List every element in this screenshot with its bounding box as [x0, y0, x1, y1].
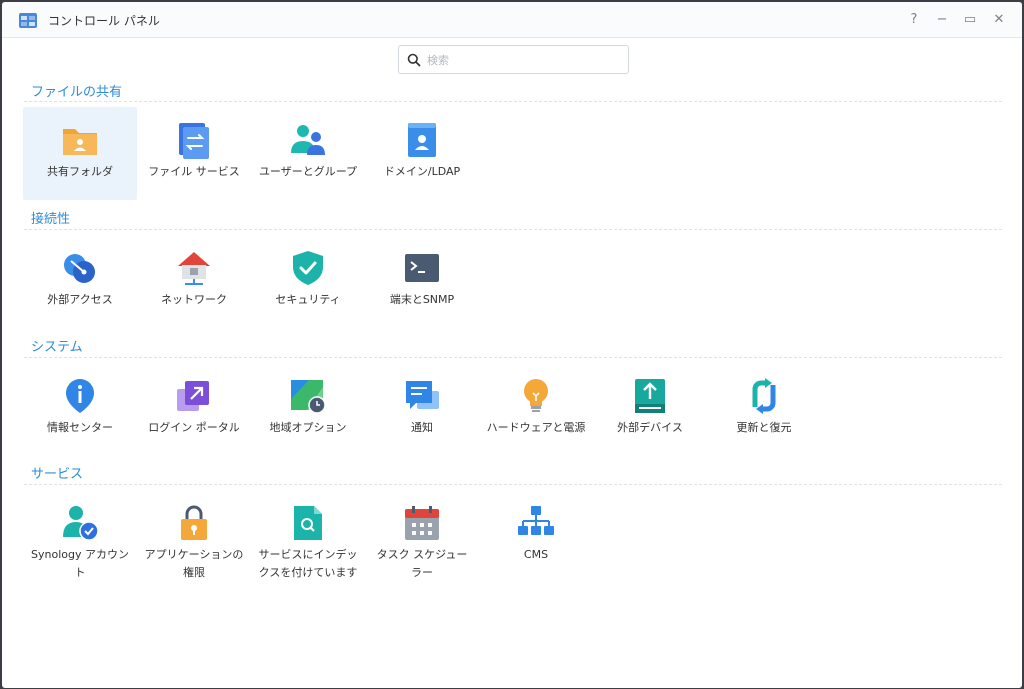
tile-label: 更新と復元	[736, 421, 792, 434]
synology-account-icon	[63, 506, 99, 541]
tile-label: 端末とSNMP	[389, 293, 455, 306]
tile-label: 外部デバイス	[617, 421, 683, 434]
tile-label: タスク スケジュー ラー	[376, 548, 468, 579]
section-title-connectivity: 接続性	[31, 212, 71, 227]
indexing-service-icon	[294, 506, 322, 540]
window-title: コントロール パネル	[48, 14, 160, 28]
tile-label: 通知	[411, 421, 433, 434]
tile-user-group[interactable]: ユーザーとグループ	[251, 107, 365, 200]
tile-label: ネットワーク	[161, 293, 227, 306]
domain-ldap-icon	[408, 123, 436, 157]
cms-icon	[518, 506, 554, 535]
title-bar[interactable]: コントロール パネル ? − ▭ ✕	[2, 2, 1022, 38]
user-group-icon	[291, 125, 325, 155]
tile-security[interactable]: セキュリティ	[251, 235, 365, 328]
tile-login-portal[interactable]: ログイン ポータル	[137, 363, 251, 456]
control-panel-app-icon	[19, 13, 37, 28]
login-portal-icon	[177, 381, 209, 411]
tile-label: 共有フォルダ	[47, 165, 113, 178]
hardware-power-icon	[524, 379, 548, 412]
regional-options-icon	[291, 380, 326, 414]
security-shield-icon	[293, 251, 323, 285]
tile-label: ハードウェアと電源	[486, 421, 586, 434]
tile-label: ユーザーとグループ	[258, 165, 358, 178]
tile-hardware-power[interactable]: ハードウェアと電源	[479, 363, 593, 456]
external-devices-icon	[635, 379, 665, 413]
application-privileges-icon	[181, 505, 207, 540]
section-title-services: サービス	[31, 467, 84, 482]
tile-label: 情報センター	[47, 421, 113, 434]
external-access-icon	[64, 254, 95, 283]
tile-regional-options[interactable]: 地域オプション	[251, 363, 365, 456]
section-divider	[24, 101, 1002, 102]
tile-shared-folder[interactable]: 共有フォルダ	[23, 107, 137, 200]
tile-label: サービスにインデッ クスを付けています	[258, 548, 358, 579]
tile-external-devices[interactable]: 外部デバイス	[593, 363, 707, 456]
search-input[interactable]	[427, 50, 622, 70]
tile-network[interactable]: ネットワーク	[137, 235, 251, 328]
tile-label: CMS	[523, 548, 549, 561]
tile-label: セキュリティ	[275, 293, 341, 306]
section-divider	[24, 484, 1002, 485]
tile-label: ドメイン/LDAP	[383, 165, 461, 178]
section-title-file-sharing: ファイルの共有	[31, 85, 123, 100]
network-icon	[178, 252, 210, 285]
maximize-button[interactable]: ▭	[960, 10, 980, 30]
search-box[interactable]	[398, 45, 629, 74]
tile-external-access[interactable]: 外部アクセス	[23, 235, 137, 328]
help-button[interactable]: ?	[904, 10, 924, 30]
shared-folder-icon	[63, 129, 97, 155]
tile-update-restore[interactable]: 更新と復元	[707, 363, 821, 456]
search-icon	[407, 53, 421, 67]
terminal-icon	[405, 254, 439, 282]
tile-indexing-service[interactable]: サービスにインデッ クスを付けています	[251, 490, 365, 583]
tile-label: ファイル サービス	[148, 165, 240, 178]
tile-terminal-snmp[interactable]: 端末とSNMP	[365, 235, 479, 328]
tile-label: Synology アカウン ト	[31, 548, 129, 579]
minimize-button[interactable]: −	[932, 10, 952, 30]
update-restore-icon	[752, 378, 776, 414]
tile-info-center[interactable]: 情報センター	[23, 363, 137, 456]
notification-icon	[406, 381, 439, 409]
close-button[interactable]: ✕	[989, 10, 1009, 30]
tile-application-privileges[interactable]: アプリケーションの 権限	[137, 490, 251, 583]
tile-cms[interactable]: CMS	[479, 490, 593, 583]
tile-label: 外部アクセス	[47, 293, 113, 306]
section-divider	[24, 229, 1002, 230]
tile-synology-account[interactable]: Synology アカウン ト	[23, 490, 137, 583]
file-services-icon	[179, 123, 209, 159]
tile-task-scheduler[interactable]: タスク スケジュー ラー	[365, 490, 479, 583]
tile-label: アプリケーションの 権限	[144, 548, 244, 579]
task-scheduler-icon	[405, 506, 439, 540]
section-divider	[24, 357, 1002, 358]
tile-label: ログイン ポータル	[148, 421, 240, 434]
section-title-system: システム	[31, 340, 83, 355]
tile-domain-ldap[interactable]: ドメイン/LDAP	[365, 107, 479, 200]
tile-notification[interactable]: 通知	[365, 363, 479, 456]
tile-file-services[interactable]: ファイル サービス	[137, 107, 251, 200]
control-panel-window: コントロール パネル ? − ▭ ✕ ファイルの共有 共有フォルダ ファイル サ…	[2, 2, 1022, 688]
tile-label: 地域オプション	[269, 421, 347, 434]
info-center-icon	[66, 379, 94, 413]
